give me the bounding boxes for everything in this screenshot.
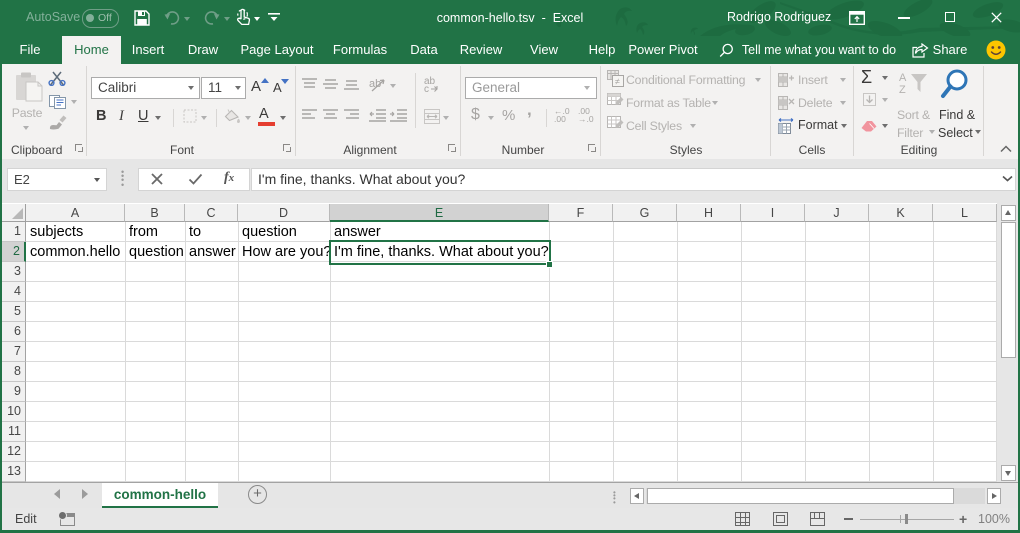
svg-text:A: A bbox=[899, 72, 907, 84]
svg-text:≠: ≠ bbox=[615, 77, 620, 87]
svg-text:c: c bbox=[424, 84, 429, 93]
svg-text:Z: Z bbox=[899, 84, 906, 95]
